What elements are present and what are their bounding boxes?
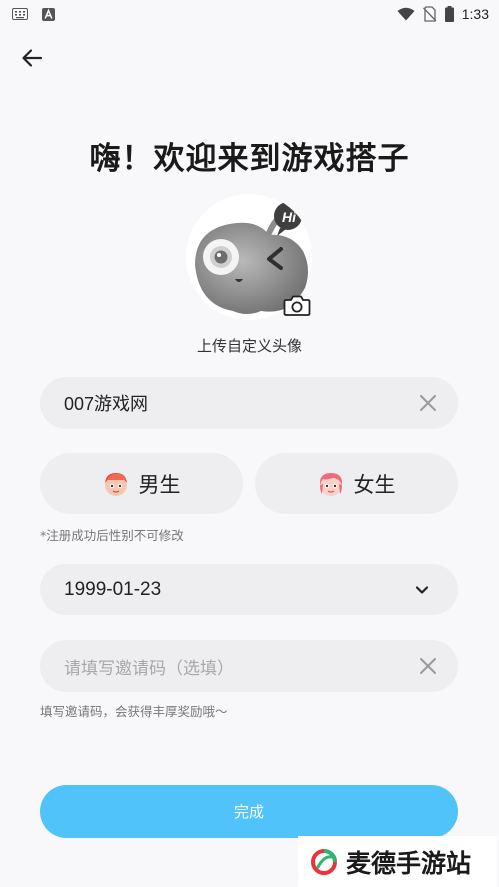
gender-male-label: 男生 <box>138 472 181 497</box>
wifi-icon <box>397 7 415 21</box>
battery-icon <box>444 6 454 22</box>
clear-icon[interactable] <box>418 393 438 413</box>
gender-note: *注册成功后性别不可修改 <box>40 528 184 543</box>
watermark: 麦德手游站 <box>298 836 497 887</box>
birthday-value: 1999-01-23 <box>64 578 162 600</box>
status-left <box>12 7 55 21</box>
keyboard-icon <box>12 8 28 20</box>
nickname-value: 007游戏网 <box>64 394 149 414</box>
status-right: 1:33 <box>397 6 489 22</box>
svg-text:Hi: Hi <box>282 209 297 225</box>
watermark-logo-icon <box>311 848 337 875</box>
nickname-field[interactable]: 007游戏网 <box>40 377 458 429</box>
male-avatar-icon <box>104 472 127 496</box>
invite-code-field[interactable]: 请填写邀请码（选填） <box>40 640 458 692</box>
gender-female-button[interactable]: 女生 <box>255 453 458 514</box>
gender-male-button[interactable]: 男生 <box>40 453 243 514</box>
gender-female-label: 女生 <box>353 472 396 497</box>
page-title: 嗨！欢迎来到游戏搭子 <box>89 141 410 177</box>
clear-icon[interactable] <box>418 656 438 676</box>
submit-button[interactable]: 完成 <box>40 785 458 838</box>
a-notification-icon <box>42 7 55 21</box>
watermark-text: 麦德手游站 <box>346 848 472 878</box>
status-time: 1:33 <box>461 6 489 22</box>
avatar-upload-label[interactable]: 上传自定义头像 <box>0 335 499 356</box>
chevron-down-icon[interactable] <box>414 582 430 598</box>
no-sim-icon <box>422 6 437 22</box>
camera-icon[interactable] <box>283 293 311 317</box>
back-button[interactable] <box>18 44 46 72</box>
status-bar: 1:33 <box>0 0 499 28</box>
invite-note: 填写邀请码，会获得丰厚奖励哦～ <box>40 704 228 719</box>
female-avatar-icon <box>319 472 342 496</box>
birthday-select[interactable]: 1999-01-23 <box>40 564 458 615</box>
invite-code-placeholder: 请填写邀请码（选填） <box>64 658 234 679</box>
back-arrow-icon <box>22 49 43 67</box>
